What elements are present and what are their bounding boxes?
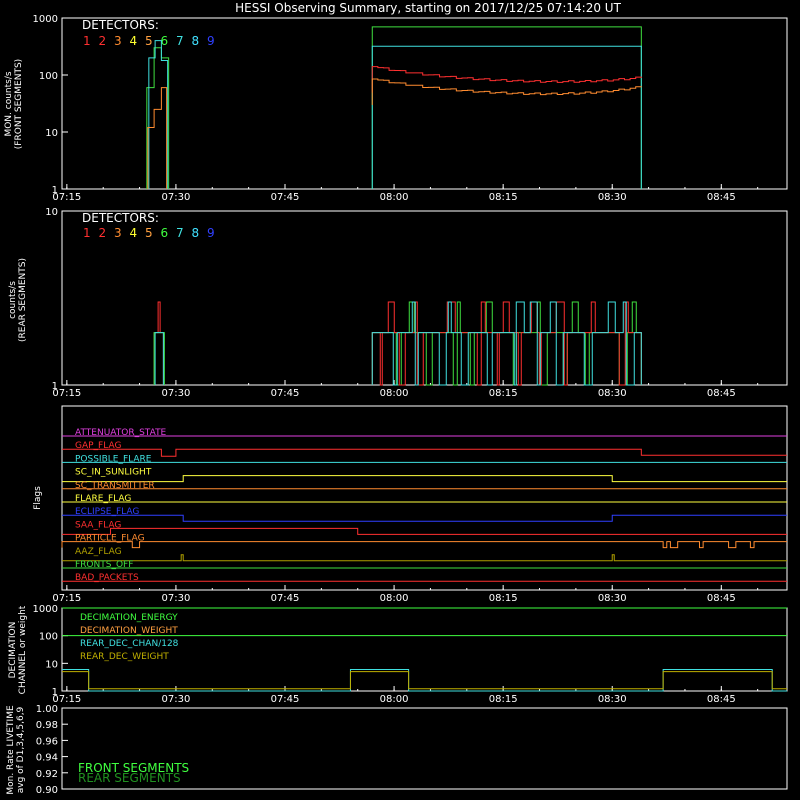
x-tick-label: 08:15 (489, 388, 518, 399)
decimation-legend-entry: DECIMATION_ENERGY (80, 613, 178, 623)
y-axis-label-line: (REAR SEGMENTS) (18, 258, 28, 342)
hessi-summary-figure: HESSI Observing Summary, starting on 201… (0, 0, 800, 800)
x-tick-label: 08:00 (380, 388, 409, 399)
legend-detector-4: 4 (130, 34, 138, 48)
x-tick-label: 07:30 (162, 192, 191, 203)
y-tick-label: 1 (52, 381, 58, 392)
x-tick-label: 08:00 (380, 593, 409, 604)
y-tick-label: 0.96 (36, 736, 58, 747)
x-tick-label: 08:00 (380, 694, 409, 705)
x-tick-label: 08:15 (489, 192, 518, 203)
y-tick-label: 100 (39, 71, 58, 82)
livetime-legend-entry: REAR SEGMENTS (78, 771, 181, 785)
legend-detector-2: 2 (99, 226, 107, 240)
x-tick-label: 08:00 (380, 192, 409, 203)
legend-detector-5: 5 (145, 34, 153, 48)
y-tick-label: 1000 (33, 604, 58, 615)
y-axis-label-line: MON. counts/s (4, 71, 14, 136)
legend-detector-1: 1 (83, 34, 91, 48)
x-tick-label: 07:45 (271, 192, 300, 203)
x-tick-label: 08:15 (489, 694, 518, 705)
x-tick-label: 07:30 (162, 388, 191, 399)
y-tick-label: 1 (52, 687, 58, 698)
x-tick-label: 08:45 (707, 388, 736, 399)
x-tick-label: 08:45 (707, 593, 736, 604)
y-tick-label: 1.00 (36, 704, 58, 715)
legend-title: DETECTORS: (82, 18, 159, 32)
x-tick-label: 08:30 (598, 388, 627, 399)
y-tick-label: 10 (45, 659, 58, 670)
legend-detector-1: 1 (83, 226, 91, 240)
figure-title: HESSI Observing Summary, starting on 201… (235, 1, 621, 15)
y-axis-label-line: Mon. Rate LIVETIME (6, 705, 16, 795)
x-tick-label: 08:30 (598, 593, 627, 604)
y-tick-label: 0.94 (36, 753, 58, 764)
legend-detector-3: 3 (114, 226, 122, 240)
legend-detector-2: 2 (99, 34, 107, 48)
y-axis-label-line: CHANNEL or weight (18, 605, 28, 694)
x-tick-label: 07:45 (271, 593, 300, 604)
x-tick-label: 08:45 (707, 192, 736, 203)
y-axis-label-line: avg of D1,3,4,5,6,9 (16, 706, 26, 793)
legend-detector-6: 6 (161, 226, 169, 240)
legend-title: DETECTORS: (82, 211, 159, 225)
legend-detector-7: 7 (176, 34, 184, 48)
x-tick-label: 07:30 (162, 593, 191, 604)
y-tick-label: 0.90 (36, 785, 58, 796)
y-axis-label-line: counts/s (8, 281, 18, 319)
legend-detector-4: 4 (130, 226, 138, 240)
y-axis-label: MON. counts/s(FRONT SEGMENTS) (4, 59, 24, 149)
flag-label: SC_IN_SUNLIGHT (75, 468, 152, 478)
legend-detector-8: 8 (192, 34, 200, 48)
x-tick-label: 08:30 (598, 192, 627, 203)
flag-label: AAZ_FLAG (75, 547, 122, 557)
legend-detector-7: 7 (176, 226, 184, 240)
y-tick-label: 10 (45, 128, 58, 139)
y-tick-label: 10 (45, 207, 58, 218)
y-tick-label: 100 (39, 632, 58, 643)
y-tick-label: 1000 (33, 14, 58, 25)
decimation-legend-entry: REAR_DEC_CHAN/128 (80, 639, 179, 649)
x-tick-label: 08:15 (489, 593, 518, 604)
x-tick-label: 08:30 (598, 694, 627, 705)
legend-detector-3: 3 (114, 34, 122, 48)
x-tick-label: 08:45 (707, 694, 736, 705)
y-tick-label: 0.98 (36, 720, 58, 731)
decimation-legend-entry: REAR_DEC_WEIGHT (80, 652, 169, 662)
y-axis-label-line: (FRONT SEGMENTS) (14, 59, 24, 149)
y-tick-label: 0.92 (36, 769, 58, 780)
legend-detector-5: 5 (145, 226, 153, 240)
x-tick-label: 07:30 (162, 694, 191, 705)
x-tick-label: 07:45 (271, 694, 300, 705)
legend-detector-9: 9 (207, 226, 215, 240)
y-axis-label-line: DECIMATION (8, 622, 18, 679)
y-axis-label: Flags (33, 486, 43, 510)
legend-detector-9: 9 (207, 34, 215, 48)
x-tick-label: 07:45 (271, 388, 300, 399)
x-tick-label: 07:15 (52, 593, 81, 604)
decimation-legend-entry: DECIMATION_WEIGHT (80, 626, 178, 636)
legend-detector-8: 8 (192, 226, 200, 240)
y-axis-label: Mon. Rate LIVETIMEavg of D1,3,4,5,6,9 (6, 705, 26, 795)
y-tick-label: 1 (52, 185, 58, 196)
y-axis-label-line: Flags (33, 486, 43, 510)
